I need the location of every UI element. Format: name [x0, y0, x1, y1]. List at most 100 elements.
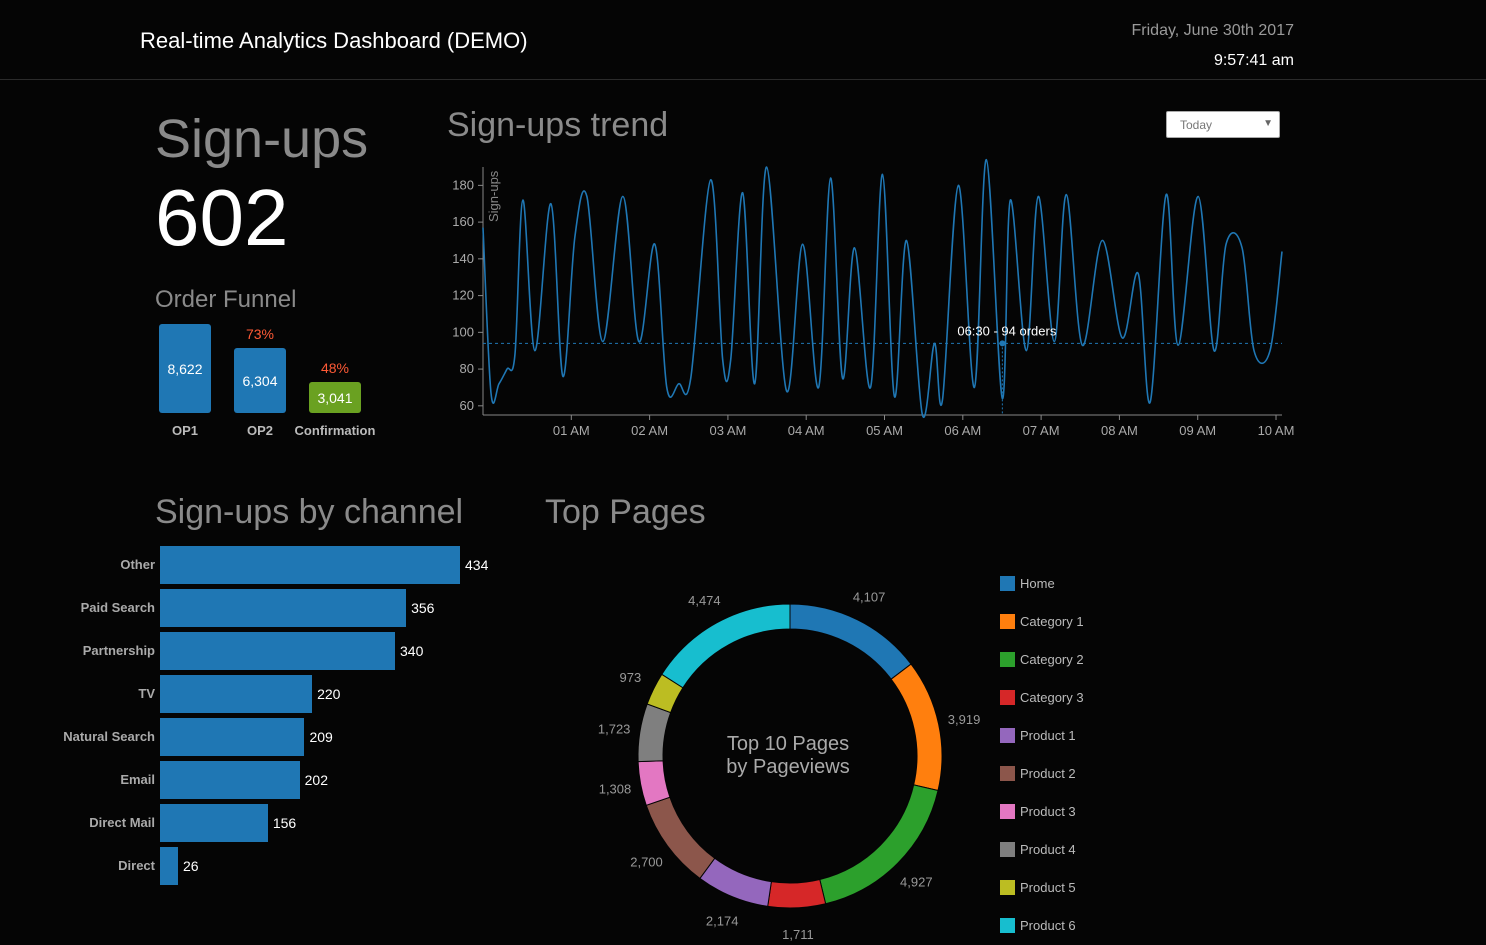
legend-swatch: [1000, 727, 1015, 743]
x-tick-label: 08 AM: [1101, 423, 1138, 438]
channel-bar[interactable]: [160, 761, 300, 799]
x-tick-label: 02 AM: [631, 423, 668, 438]
x-tick-label: 07 AM: [1023, 423, 1060, 438]
y-tick-label: 80: [460, 361, 474, 376]
donut-slice[interactable]: [661, 603, 791, 689]
channel-bar[interactable]: [160, 718, 305, 756]
funnel-bar-op2[interactable]: 6,304: [234, 348, 286, 413]
donut-slice-label: 1,308: [599, 782, 632, 797]
channel-title: Sign-ups by channel: [155, 493, 464, 531]
channel-value-label: 156: [272, 815, 297, 831]
x-tick-label: 05 AM: [866, 423, 903, 438]
legend-label: Product 6: [1020, 917, 1076, 933]
funnel-bar-op1[interactable]: 8,622: [159, 324, 211, 413]
channel-label: Partnership: [82, 643, 155, 658]
signups-count: 602: [155, 173, 289, 262]
donut-slice[interactable]: [767, 878, 827, 909]
donut-slice-label: 1,711: [782, 927, 814, 942]
time-range-dropdown[interactable]: Today ▼: [1166, 111, 1280, 138]
legend-label: Product 5: [1020, 879, 1076, 895]
legend-item[interactable]: Product 5: [1000, 879, 1076, 895]
y-tick-label: 160: [452, 214, 474, 229]
channel-value-label: 202: [304, 772, 328, 788]
legend-item[interactable]: Category 1: [1000, 613, 1084, 629]
channel-value-label: 209: [309, 729, 333, 745]
top-pages-donut-chart: 4,107 3,919 4,927 1,711 2,174 2,700 1,308 1,723…: [598, 590, 981, 942]
donut-slice-label: 3,919: [948, 712, 981, 727]
dropdown-value: Today: [1180, 118, 1213, 132]
x-tick-label: 04 AM: [788, 423, 825, 438]
legend-item[interactable]: Product 6: [1000, 917, 1076, 933]
channel-value-label: 434: [465, 557, 489, 573]
legend-item[interactable]: Home: [1000, 575, 1055, 591]
channel-bar[interactable]: [160, 589, 407, 627]
channel-label: Direct Mail: [89, 815, 155, 830]
donut-slice-label: 4,927: [900, 874, 933, 889]
x-tick-label: 06 AM: [944, 423, 981, 438]
legend-item[interactable]: Product 1: [1000, 727, 1076, 743]
y-axis-label: Sign-ups: [486, 170, 501, 222]
trend-title: Sign-ups trend: [447, 106, 669, 144]
donut-slice-label: 1,723: [598, 721, 631, 736]
legend-label: Product 1: [1020, 727, 1076, 743]
donut-slice[interactable]: [789, 603, 912, 680]
channel-value-label: 220: [317, 686, 341, 702]
legend-swatch: [1000, 917, 1015, 933]
channel-value-label: 340: [400, 643, 424, 659]
donut-slice[interactable]: [699, 857, 772, 907]
donut-slice[interactable]: [637, 703, 672, 763]
channel-value-label: 26: [182, 858, 199, 874]
y-tick-label: 100: [452, 324, 474, 339]
legend-label: Category 1: [1020, 613, 1084, 629]
legend-swatch: [1000, 879, 1015, 895]
legend-label: Product 4: [1020, 841, 1076, 857]
donut-slice-label: 2,700: [630, 854, 663, 869]
legend-item[interactable]: Product 4: [1000, 841, 1076, 857]
channel-label: Email: [120, 772, 155, 787]
legend-swatch: [1000, 575, 1015, 591]
legend-label: Category 3: [1020, 689, 1084, 705]
legend-swatch: [1000, 689, 1015, 705]
legend-label: Category 2: [1020, 651, 1084, 667]
y-tick-label: 120: [452, 288, 474, 303]
y-tick-label: 180: [452, 177, 474, 192]
legend-label: Product 2: [1020, 765, 1076, 781]
hover-tooltip: 06:30 - 94 orders: [957, 323, 1057, 338]
current-time: 9:57:41 am: [1213, 52, 1294, 69]
legend-swatch: [1000, 651, 1015, 667]
channel-bar[interactable]: [160, 632, 396, 670]
hover-point[interactable]: [999, 340, 1006, 347]
legend-label: Home: [1020, 575, 1055, 591]
donut-slice[interactable]: [637, 760, 671, 806]
channel-label: Other: [120, 557, 155, 572]
legend-item[interactable]: Product 3: [1000, 803, 1076, 819]
app-title: Real-time Analytics Dashboard (DEMO): [140, 28, 528, 53]
channel-bar[interactable]: [160, 546, 460, 584]
legend-item[interactable]: Product 2: [1000, 765, 1076, 781]
chevron-down-icon: ▼: [1263, 118, 1273, 129]
order-funnel-title: Order Funnel: [155, 286, 297, 313]
signups-trend-chart: 60 80 100 120 140 160 180 01 AM 02 AM 03 AM 04 AM 0…: [452, 158, 1295, 438]
channel-bar[interactable]: [160, 675, 313, 713]
channel-bar[interactable]: [160, 804, 268, 842]
channel-label: Direct: [118, 858, 155, 873]
legend-swatch: [1000, 613, 1015, 629]
legend-item[interactable]: Category 2: [1000, 651, 1084, 667]
funnel-pct-op2: 73%: [245, 326, 275, 342]
funnel-pct-confirmation: 48%: [320, 360, 350, 376]
y-tick-label: 60: [460, 398, 474, 413]
legend-swatch: [1000, 841, 1015, 857]
legend-item[interactable]: Category 3: [1000, 689, 1084, 705]
x-tick-label: 09 AM: [1179, 423, 1216, 438]
channel-bar[interactable]: [160, 847, 178, 885]
donut-slice-label: 2,174: [706, 914, 739, 929]
funnel-bar-confirmation[interactable]: 3,041: [309, 382, 361, 413]
legend-swatch: [1000, 803, 1015, 819]
signups-title: Sign-ups: [155, 109, 369, 169]
top-pages-title: Top Pages: [545, 493, 706, 531]
donut-slice[interactable]: [890, 663, 943, 792]
x-tick-label: 10 AM: [1258, 423, 1295, 438]
x-tick-label: 01 AM: [553, 423, 590, 438]
channel-label: TV: [138, 686, 155, 701]
funnel-label-confirmation: Confirmation: [294, 423, 376, 438]
